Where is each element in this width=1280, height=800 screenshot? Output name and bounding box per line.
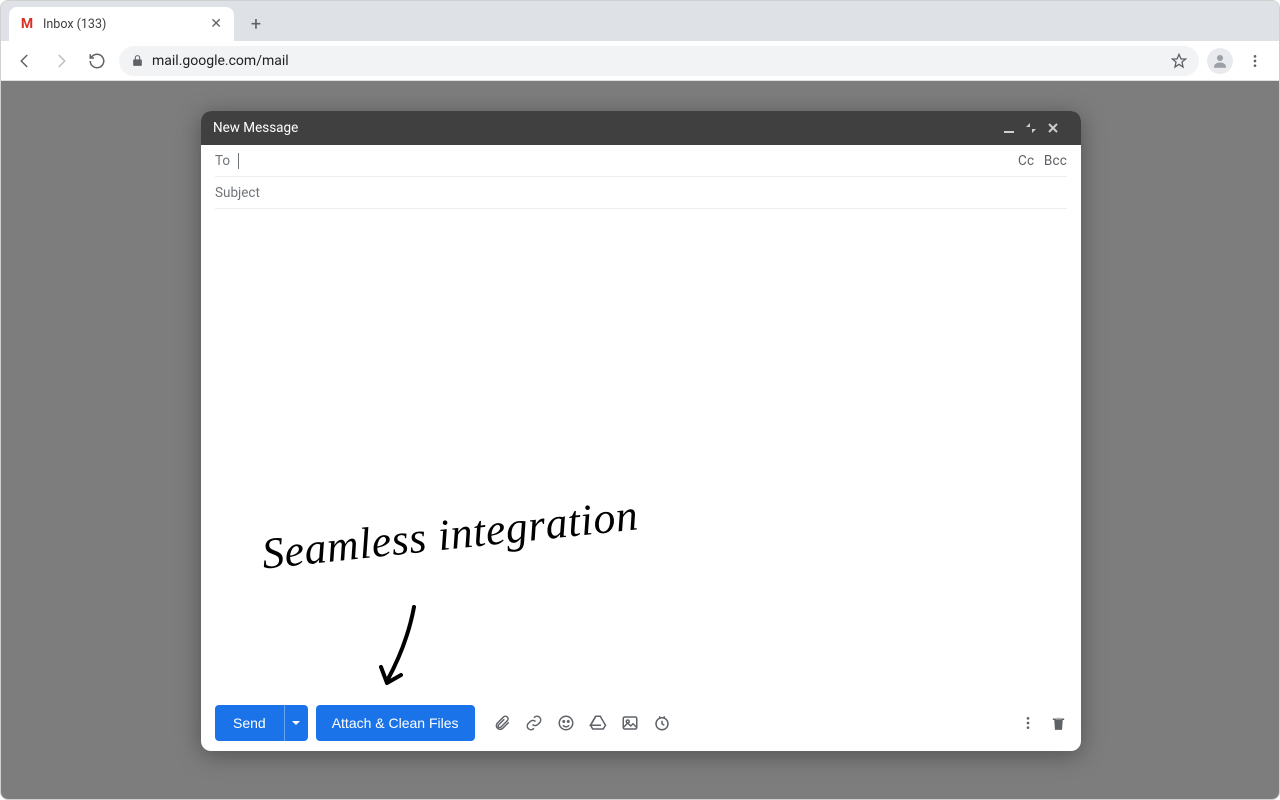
annotation-text: Seamless integration: [259, 489, 640, 579]
profile-avatar[interactable]: [1207, 48, 1233, 74]
back-button[interactable]: [11, 47, 39, 75]
tab-title: Inbox (133): [43, 17, 208, 32]
trash-icon[interactable]: [1050, 715, 1067, 732]
attach-clean-files-button[interactable]: Attach & Clean Files: [316, 705, 475, 741]
forward-button[interactable]: [47, 47, 75, 75]
image-icon[interactable]: [621, 714, 639, 732]
bcc-link[interactable]: Bcc: [1044, 153, 1067, 169]
compose-footer: Send Attach & Clean Files: [201, 695, 1081, 751]
compose-window: New Message To Cc Bcc: [201, 111, 1081, 751]
annotation-arrow-icon: [369, 599, 439, 699]
fullscreen-icon[interactable]: [1025, 122, 1047, 134]
lock-icon: [131, 54, 144, 67]
text-cursor: [238, 153, 239, 169]
close-icon[interactable]: [1047, 122, 1069, 134]
browser-window: M Inbox (133) ✕ + mail.google.com/mail: [0, 0, 1280, 800]
cc-link[interactable]: Cc: [1018, 153, 1034, 169]
emoji-icon[interactable]: [557, 714, 575, 732]
compose-body[interactable]: Seamless integration: [201, 209, 1081, 695]
send-button-group: Send: [215, 705, 308, 741]
to-label: To: [215, 153, 230, 169]
send-button[interactable]: Send: [215, 705, 284, 741]
to-field[interactable]: To Cc Bcc: [215, 145, 1067, 177]
browser-menu-button[interactable]: [1241, 47, 1269, 75]
tab-strip: M Inbox (133) ✕ +: [1, 1, 1279, 41]
url-text: mail.google.com/mail: [152, 53, 1163, 69]
drive-icon[interactable]: [589, 714, 607, 732]
attach-icon[interactable]: [493, 714, 511, 732]
reload-button[interactable]: [83, 47, 111, 75]
more-options-icon[interactable]: [1020, 715, 1036, 731]
close-tab-icon[interactable]: ✕: [208, 16, 224, 32]
link-icon[interactable]: [525, 714, 543, 732]
subject-placeholder: Subject: [215, 185, 260, 201]
browser-tab[interactable]: M Inbox (133) ✕: [9, 7, 234, 41]
bookmark-star-icon[interactable]: [1171, 53, 1187, 69]
new-tab-button[interactable]: +: [242, 10, 270, 38]
formatting-toolbar: [493, 714, 671, 732]
compose-fields: To Cc Bcc Subject: [201, 145, 1081, 209]
page-content: New Message To Cc Bcc: [1, 81, 1279, 799]
send-options-button[interactable]: [284, 705, 308, 741]
minimize-icon[interactable]: [1003, 122, 1025, 134]
cc-bcc-toggle[interactable]: Cc Bcc: [1012, 153, 1067, 169]
compose-title: New Message: [213, 120, 1003, 136]
compose-header[interactable]: New Message: [201, 111, 1081, 145]
footer-right: [1020, 715, 1067, 732]
browser-toolbar: mail.google.com/mail: [1, 41, 1279, 81]
address-bar[interactable]: mail.google.com/mail: [119, 46, 1199, 76]
confidential-icon[interactable]: [653, 714, 671, 732]
subject-field[interactable]: Subject: [215, 177, 1067, 209]
gmail-favicon: M: [19, 16, 35, 32]
